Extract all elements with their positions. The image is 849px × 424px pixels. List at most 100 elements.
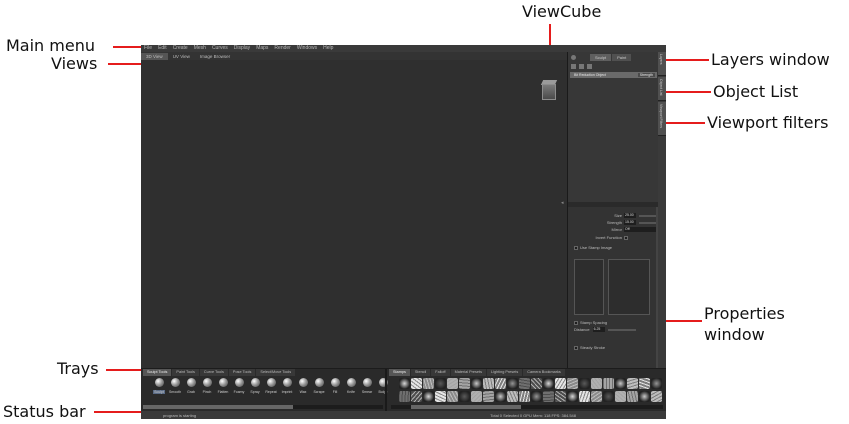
menu-maps[interactable]: Maps — [256, 45, 268, 52]
duplicate-layer-icon[interactable] — [579, 64, 584, 69]
tool-imprint[interactable]: Imprint — [279, 378, 295, 394]
stamp-thumbnail[interactable] — [639, 378, 650, 389]
stamp-thumbnail[interactable] — [615, 391, 626, 402]
stamp-thumbnail[interactable] — [483, 378, 494, 389]
menu-mesh[interactable]: Mesh — [194, 45, 206, 52]
menu-help[interactable]: Help — [323, 45, 333, 52]
layer-row[interactable]: Bit Reduction Object Strength — [570, 72, 657, 78]
tool-knife[interactable]: Knife — [343, 378, 359, 394]
stamp-thumbnail[interactable] — [555, 378, 566, 389]
stamp-thumbnail[interactable] — [507, 378, 518, 389]
stamp-thumbnail[interactable] — [531, 378, 542, 389]
stamp-thumbnail[interactable] — [483, 391, 494, 402]
tool-bulge[interactable]: Bulge — [375, 378, 391, 394]
stamp-thumbnail[interactable] — [435, 391, 446, 402]
stamp-thumbnail[interactable] — [591, 391, 602, 402]
stamp-thumbnail[interactable] — [651, 391, 662, 402]
stamp-thumbnail[interactable] — [627, 391, 638, 402]
stamp-thumbnail[interactable] — [603, 378, 614, 389]
stamp-thumbnail[interactable] — [543, 378, 554, 389]
steady-stroke-checkbox[interactable] — [574, 345, 578, 350]
tab-material-presets[interactable]: Material Presets — [450, 369, 486, 376]
tool-repeat[interactable]: Repeat — [263, 378, 279, 394]
tab-image-browser[interactable]: Image Browser — [195, 53, 235, 60]
stamp-thumbnail[interactable] — [543, 391, 554, 402]
stamp-tray-scrollbar[interactable] — [391, 405, 663, 409]
delete-layer-icon[interactable] — [587, 64, 592, 69]
tool-grab[interactable]: Grab — [183, 378, 199, 394]
tab-paint-layers[interactable]: Paint — [612, 54, 632, 61]
tool-scrape[interactable]: Scrape — [311, 378, 327, 394]
stamp-thumbnail[interactable] — [495, 378, 506, 389]
stamp-thumbnail[interactable] — [423, 378, 434, 389]
stamp-thumbnail[interactable] — [603, 391, 614, 402]
stamp-thumbnail[interactable] — [555, 391, 566, 402]
tool-foamy[interactable]: Foamy — [231, 378, 247, 394]
tab-3d-view[interactable]: 3D View — [141, 53, 168, 60]
menu-edit[interactable]: Edit — [158, 45, 167, 52]
tool-tray-scroll-thumb[interactable] — [143, 405, 293, 409]
stamp-thumbnail[interactable] — [411, 391, 422, 402]
invert-checkbox[interactable] — [624, 235, 628, 240]
menu-render[interactable]: Render — [274, 45, 290, 52]
stamp-thumbnail[interactable] — [399, 378, 410, 389]
stamp-thumbnail[interactable] — [459, 391, 470, 402]
size-field[interactable]: 25.00 — [624, 213, 636, 218]
stamp-thumbnail[interactable] — [447, 378, 458, 389]
stamp-image-checkbox[interactable] — [574, 245, 578, 250]
menu-windows[interactable]: Windows — [297, 45, 317, 52]
stamp-thumbnail[interactable] — [459, 378, 470, 389]
stamp-thumbnail[interactable] — [471, 378, 482, 389]
settings-icon[interactable] — [571, 55, 576, 60]
stamp-thumbnail[interactable] — [519, 378, 530, 389]
stamp-thumbnail[interactable] — [627, 378, 638, 389]
tool-fill[interactable]: Fill — [327, 378, 343, 394]
tab-stencil[interactable]: Stencil — [410, 369, 431, 376]
stamp-thumbnail[interactable] — [639, 391, 650, 402]
tool-smooth[interactable]: Smooth — [167, 378, 183, 394]
menu-curves[interactable]: Curves — [212, 45, 228, 52]
3d-viewport[interactable]: ◂ — [141, 60, 567, 368]
stamp-thumbnail[interactable] — [507, 391, 518, 402]
tool-sculpt[interactable]: Sculpt — [151, 378, 167, 394]
stamp-preview[interactable] — [574, 259, 604, 315]
stamp-thumbnail[interactable] — [423, 391, 434, 402]
stamp-thumbnail[interactable] — [411, 378, 422, 389]
tool-pinch[interactable]: Pinch — [199, 378, 215, 394]
stamp-spacing-checkbox[interactable] — [574, 320, 578, 325]
menu-file[interactable]: File — [144, 45, 152, 52]
stamp-tray-scroll-thumb[interactable] — [411, 405, 521, 409]
tab-sculpt-layers[interactable]: Sculpt — [590, 54, 612, 61]
viewport-collapse-icon[interactable]: ◂ — [561, 200, 564, 206]
tab-sculpt-tools[interactable]: Sculpt Tools — [143, 369, 172, 376]
tool-wax[interactable]: Wax — [295, 378, 311, 394]
distance-slider[interactable] — [607, 328, 636, 331]
stamp-thumbnail[interactable] — [471, 391, 482, 402]
tab-uv-view[interactable]: UV View — [168, 53, 195, 60]
tab-paint-tools[interactable]: Paint Tools — [172, 369, 199, 376]
stamp-thumbnail[interactable] — [399, 391, 410, 402]
tool-tray-scrollbar[interactable] — [143, 405, 383, 409]
side-tab-layers[interactable]: Layers — [658, 52, 666, 76]
viewcube-icon[interactable] — [542, 84, 556, 100]
tool-smear[interactable]: Smear — [359, 378, 375, 394]
stamp-thumbnail[interactable] — [615, 378, 626, 389]
tab-pose-tools[interactable]: Pose Tools — [228, 369, 256, 376]
tab-curve-tools[interactable]: Curve Tools — [199, 369, 228, 376]
side-tab-object-list[interactable]: Object List — [658, 77, 666, 101]
stamp-thumbnail[interactable] — [447, 391, 458, 402]
tab-select-move-tools[interactable]: Select/Move Tools — [256, 369, 296, 376]
stamp-thumbnail[interactable] — [531, 391, 542, 402]
tray-divider[interactable] — [385, 369, 387, 412]
stamp-thumbnail[interactable] — [579, 378, 590, 389]
tab-falloff[interactable]: Falloff — [431, 369, 450, 376]
tab-camera-bookmarks[interactable]: Camera Bookmarks — [523, 369, 565, 376]
tool-spray[interactable]: Spray — [247, 378, 263, 394]
tab-lighting-presets[interactable]: Lighting Presets — [487, 369, 523, 376]
stamp-thumbnail[interactable] — [567, 391, 578, 402]
stamp-thumbnail[interactable] — [591, 378, 602, 389]
side-tab-viewport-filters[interactable]: Viewport Filters — [658, 102, 666, 136]
stamp-thumbnail[interactable] — [495, 391, 506, 402]
menu-display[interactable]: Display — [234, 45, 250, 52]
tab-stamps[interactable]: Stamps — [389, 369, 410, 376]
